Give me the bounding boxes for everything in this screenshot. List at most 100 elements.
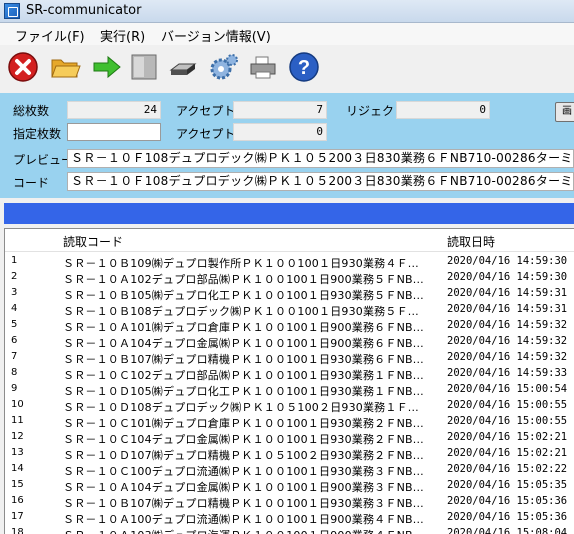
- row-date: 2020/04/16 15:05:35: [447, 479, 568, 491]
- row-code: ＳＲ－１０Ｄ105㈱デュプロ化工ＰＫ１００100１日930業務１ＦNB...: [63, 385, 424, 398]
- table-row[interactable]: 17 ＳＲ－１０Ａ100デュプロ流通㈱ＰＫ１００100１日900業務４ＦNB...…: [5, 510, 574, 526]
- row-date: 2020/04/16 14:59:33: [447, 367, 568, 379]
- preview-field: ＳＲ－１０Ｆ108デュプロデック㈱ＰＫ１０５200３日830業務６ＦNB710-…: [67, 149, 574, 168]
- table-row[interactable]: 14 ＳＲ－１０Ｃ100デュプロ流通㈱ＰＫ１００100１日930業務３ＦNB...…: [5, 462, 574, 478]
- row-date: 2020/04/16 14:59:31: [447, 303, 568, 315]
- settings-button[interactable]: [208, 51, 240, 83]
- row-code: ＳＲ－１０Ａ101㈱デュプロ倉庫ＰＫ１００100１日900業務６ＦNB...: [63, 321, 424, 334]
- column-header-date[interactable]: 読取日時: [447, 233, 495, 250]
- table-row[interactable]: 10 ＳＲ－１０Ｄ108デュプロデック㈱ＰＫ１０５100２日930業務１Ｆ... 2…: [5, 398, 574, 414]
- table-row[interactable]: 5 ＳＲ－１０Ａ101㈱デュプロ倉庫ＰＫ１００100１日900業務６ＦNB... 2…: [5, 318, 574, 334]
- row-code: ＳＲ－１０Ｃ101㈱デュプロ倉庫ＰＫ１００100１日930業務２ＦNB...: [63, 417, 424, 430]
- svg-text:?: ?: [298, 57, 310, 79]
- row-date: 2020/04/16 15:02:22: [447, 463, 568, 475]
- menu-file[interactable]: ファイル(F): [15, 26, 85, 45]
- square-icon: [131, 54, 157, 80]
- row-number: 3: [11, 287, 18, 298]
- row-date: 2020/04/16 14:59:31: [447, 287, 568, 299]
- close-icon: [8, 52, 38, 82]
- folder-icon: [51, 59, 81, 78]
- row-number: 14: [11, 463, 24, 474]
- app-icon: [4, 3, 20, 19]
- read-list[interactable]: 読取コード 読取日時 1 ＳＲ－１０Ｂ109㈱デュプロ製作所ＰＫ１００100１日9…: [4, 228, 574, 534]
- row-date: 2020/04/16 15:05:36: [447, 511, 568, 523]
- row-number: 16: [11, 495, 24, 506]
- row-number: 12: [11, 431, 24, 442]
- row-date: 2020/04/16 15:00:55: [447, 399, 568, 411]
- table-row[interactable]: 13 ＳＲ－１０Ｄ107㈱デュプロ精機ＰＫ１０５100２日930業務２ＦNB...…: [5, 446, 574, 462]
- table-row[interactable]: 12 ＳＲ－１０Ｃ104デュプロ金属㈱ＰＫ１００100１日930業務２ＦNB...…: [5, 430, 574, 446]
- help-icon: ?: [289, 52, 319, 82]
- row-code: ＳＲ－１０Ｂ108デュプロデック㈱ＰＫ１００100１日930業務５Ｆ...: [63, 305, 419, 318]
- scanner-button[interactable]: [167, 51, 199, 83]
- row-code: ＳＲ－１０Ａ104デュプロ金属㈱ＰＫ１００100１日900業務６ＦNB...: [63, 337, 424, 350]
- stop-square-button[interactable]: [128, 51, 160, 83]
- spec-label: 指定枚数: [13, 127, 62, 141]
- row-code: ＳＲ－１０Ｃ102デュプロ部品㈱ＰＫ１００100１日930業務１ＦNB...: [63, 369, 424, 382]
- spec-count-input[interactable]: [67, 123, 161, 141]
- row-code: ＳＲ－１０Ｃ100デュプロ流通㈱ＰＫ１００100１日930業務３ＦNB...: [63, 465, 424, 478]
- title-bar: SR-communicator: [0, 0, 574, 23]
- help-button[interactable]: ?: [288, 51, 320, 83]
- table-row[interactable]: 3 ＳＲ－１０Ｂ105㈱デュプロ化工ＰＫ１００100１日930業務５ＦNB... 2…: [5, 286, 574, 302]
- table-row[interactable]: 11 ＳＲ－１０Ｃ101㈱デュプロ倉庫ＰＫ１００100１日930業務２ＦNB...…: [5, 414, 574, 430]
- side-button[interactable]: 画: [555, 102, 574, 122]
- table-row[interactable]: 7 ＳＲ－１０Ｂ107㈱デュプロ精機ＰＫ１００100１日930業務６ＦNB... 2…: [5, 350, 574, 366]
- run-button[interactable]: [91, 51, 123, 83]
- row-number: 1: [11, 255, 18, 266]
- row-date: 2020/04/16 14:59:30: [447, 271, 568, 283]
- row-number: 8: [11, 367, 18, 378]
- row-date: 2020/04/16 15:02:21: [447, 447, 568, 459]
- row-number: 5: [11, 319, 18, 330]
- row-date: 2020/04/16 15:00:55: [447, 415, 568, 427]
- row-code: ＳＲ－１０Ｄ108デュプロデック㈱ＰＫ１０５100２日930業務１Ｆ...: [63, 401, 419, 414]
- window-title: SR-communicator: [26, 3, 142, 18]
- scanner-icon: [169, 63, 197, 75]
- row-number: 6: [11, 335, 18, 346]
- row-date: 2020/04/16 15:05:36: [447, 495, 568, 507]
- counter-panel: 総枚数 24 アクセプト1 7 リジェクト 0 画 指定枚数 アクセプト2 0 …: [0, 93, 574, 198]
- row-number: 17: [11, 511, 24, 522]
- accept1-field: 7: [233, 101, 327, 119]
- preview-label: プレビュー: [13, 153, 74, 167]
- table-row[interactable]: 16 ＳＲ－１０Ｂ107㈱デュプロ精機ＰＫ１００100１日930業務３ＦNB...…: [5, 494, 574, 510]
- code-label: コード: [13, 176, 50, 190]
- table-row[interactable]: 4 ＳＲ－１０Ｂ108デュプロデック㈱ＰＫ１００100１日930業務５Ｆ... 20…: [5, 302, 574, 318]
- row-code: ＳＲ－１０Ａ102デュプロ部品㈱ＰＫ１００100１日900業務５ＦNB...: [63, 273, 424, 286]
- table-row[interactable]: 1 ＳＲ－１０Ｂ109㈱デュプロ製作所ＰＫ１００100１日930業務４Ｆ... 20…: [5, 254, 574, 270]
- reject-field: 0: [396, 101, 490, 119]
- row-number: 9: [11, 383, 18, 394]
- gear-icon: [210, 54, 238, 80]
- progress-bar: [4, 203, 574, 224]
- printer-icon: [250, 56, 276, 79]
- row-number: 11: [11, 415, 24, 426]
- row-date: 2020/04/16 14:59:32: [447, 335, 568, 347]
- row-number: 15: [11, 479, 24, 490]
- table-row[interactable]: 8 ＳＲ－１０Ｃ102デュプロ部品㈱ＰＫ１００100１日930業務１ＦNB... 2…: [5, 366, 574, 382]
- row-code: ＳＲ－１０Ｂ109㈱デュプロ製作所ＰＫ１００100１日930業務４Ｆ...: [63, 257, 419, 270]
- menu-version[interactable]: バージョン情報(V): [161, 26, 271, 45]
- row-date: 2020/04/16 14:59:32: [447, 319, 568, 331]
- row-date: 2020/04/16 15:02:21: [447, 431, 568, 443]
- row-number: 10: [11, 399, 24, 410]
- table-row[interactable]: 6 ＳＲ－１０Ａ104デュプロ金属㈱ＰＫ１００100１日900業務６ＦNB... 2…: [5, 334, 574, 350]
- open-folder-button[interactable]: [49, 51, 81, 83]
- table-row[interactable]: 9 ＳＲ－１０Ｄ105㈱デュプロ化工ＰＫ１００100１日930業務１ＦNB... 2…: [5, 382, 574, 398]
- table-row[interactable]: 15 ＳＲ－１０Ａ104デュプロ金属㈱ＰＫ１００100１日900業務３ＦNB...…: [5, 478, 574, 494]
- table-row[interactable]: 2 ＳＲ－１０Ａ102デュプロ部品㈱ＰＫ１００100１日900業務５ＦNB... 2…: [5, 270, 574, 286]
- row-code: ＳＲ－１０Ａ104デュプロ金属㈱ＰＫ１００100１日900業務３ＦNB...: [63, 481, 424, 494]
- accept2-field: 0: [233, 123, 327, 141]
- menu-run[interactable]: 実行(R): [100, 26, 145, 45]
- row-date: 2020/04/16 15:00:54: [447, 383, 568, 395]
- stop-button[interactable]: [7, 51, 39, 83]
- row-code: ＳＲ－１０Ｂ107㈱デュプロ精機ＰＫ１００100１日930業務６ＦNB...: [63, 353, 424, 366]
- row-number: 13: [11, 447, 24, 458]
- column-header-code[interactable]: 読取コード: [63, 233, 123, 250]
- row-code: ＳＲ－１０Ｄ107㈱デュプロ精機ＰＫ１０５100２日930業務２ＦNB...: [63, 449, 424, 462]
- print-button[interactable]: [247, 51, 279, 83]
- total-field: 24: [67, 101, 161, 119]
- row-code: ＳＲ－１０Ｂ105㈱デュプロ化工ＰＫ１００100１日930業務５ＦNB...: [63, 289, 424, 302]
- row-code: ＳＲ－１０Ａ100デュプロ流通㈱ＰＫ１００100１日900業務４ＦNB...: [63, 513, 424, 526]
- total-label: 総枚数: [13, 104, 50, 118]
- row-number: 2: [11, 271, 18, 282]
